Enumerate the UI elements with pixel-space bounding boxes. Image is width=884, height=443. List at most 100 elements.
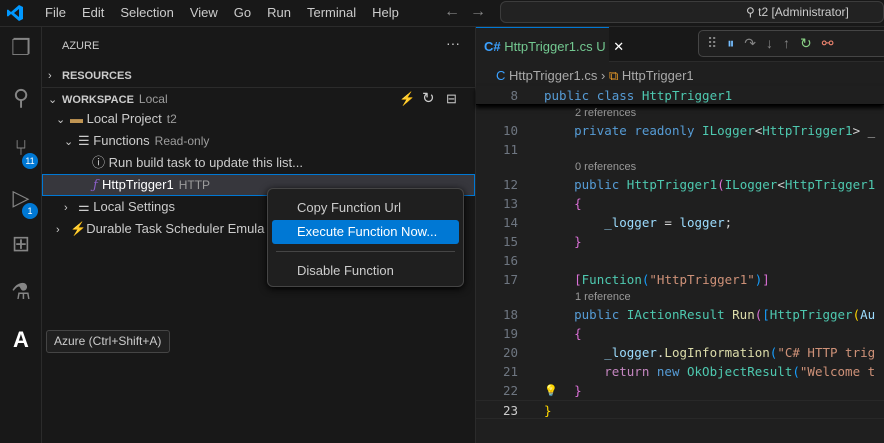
lightbulb-icon[interactable]: 💡 xyxy=(544,381,558,400)
chevron-right-icon: › xyxy=(64,202,68,214)
tab-httptrigger1[interactable]: C# HttpTrigger1.cs U ✕ xyxy=(476,27,624,63)
more-actions-icon[interactable]: ··· xyxy=(446,35,460,51)
menu-selection[interactable]: Selection xyxy=(112,5,181,20)
step-into-icon[interactable]: ↓ xyxy=(766,35,783,51)
section-desc: Local xyxy=(138,92,168,106)
codelens-references[interactable]: 0 references xyxy=(476,159,884,175)
breadcrumb-class[interactable]: HttpTrigger1 xyxy=(622,68,694,83)
code-line: 13 { xyxy=(476,194,884,213)
code-token: ; xyxy=(724,215,733,230)
code-token: _logger xyxy=(544,345,657,360)
step-over-icon[interactable]: ↷ xyxy=(744,35,766,51)
line-number: 21 xyxy=(502,364,518,379)
code-token: HttpTrigger1 xyxy=(626,177,718,192)
restart-icon[interactable]: ↻ xyxy=(800,35,822,51)
code-token: public xyxy=(544,177,627,192)
class-icon: ⧉ xyxy=(608,68,622,83)
code-token: return xyxy=(544,364,657,379)
source-control-icon[interactable]: ⑂ 11 xyxy=(6,135,38,169)
explorer-icon[interactable]: ❐ xyxy=(6,35,36,65)
code-token: HttpTrigger1 xyxy=(762,123,853,138)
back-arrow-icon[interactable]: ← xyxy=(444,3,460,21)
menu-view[interactable]: View xyxy=(182,5,226,20)
code-token: _logger xyxy=(544,215,657,230)
disconnect-icon[interactable]: ⚯ xyxy=(822,35,844,51)
workspace-section[interactable]: ⌄ WORKSPACE Local ⚡ ↻ ⊟ xyxy=(42,87,475,109)
code-token: { xyxy=(544,326,582,341)
code-line: 19 { xyxy=(476,324,884,343)
code-line: 21 return new OkObjectResult("Welcome t xyxy=(476,362,884,381)
menu-item-disable-function[interactable]: Disable Function xyxy=(272,259,459,283)
resources-section[interactable]: › RESOURCES xyxy=(42,64,475,86)
menu-item-copy-function-url[interactable]: Copy Function Url xyxy=(272,196,459,220)
step-out-icon[interactable]: ↑ xyxy=(783,35,800,51)
code-text: public IActionResult Run([HttpTrigger(Au xyxy=(544,305,875,324)
code-token: private xyxy=(544,123,635,138)
code-line: 22 } 💡 xyxy=(476,381,884,400)
code-token: } xyxy=(544,234,582,249)
code-token: public xyxy=(544,307,627,322)
menu-file[interactable]: File xyxy=(37,5,74,20)
pause-icon[interactable]: ⏸ xyxy=(727,35,744,51)
testing-icon[interactable]: ⚗ xyxy=(6,279,36,309)
code-area[interactable]: 8 public class HttpTrigger1 2 references 10… xyxy=(476,86,884,419)
search-icon[interactable]: ⚲ xyxy=(6,85,36,115)
code-token: < xyxy=(777,177,785,192)
code-token: IActionResult xyxy=(626,307,733,322)
chevron-right-icon: › xyxy=(56,224,60,236)
menu-help[interactable]: Help xyxy=(364,5,407,20)
code-token: public xyxy=(544,88,597,103)
code-token: ILogger xyxy=(702,123,755,138)
code-text: [Function("HttpTrigger1")] xyxy=(544,270,770,289)
codelens-references[interactable]: 1 reference xyxy=(476,289,884,305)
code-token: Au xyxy=(860,307,876,322)
codelens-references[interactable]: 2 references xyxy=(476,105,884,121)
breadcrumb-file[interactable]: HttpTrigger1.cs xyxy=(509,68,597,83)
deploy-lightning-icon[interactable]: ⚡ xyxy=(399,88,415,110)
menu-edit[interactable]: Edit xyxy=(74,5,112,20)
debug-badge: 1 xyxy=(22,203,38,219)
code-line: 23} xyxy=(476,400,884,419)
run-debug-icon[interactable]: ▷ 1 xyxy=(6,185,38,219)
command-center-search[interactable]: ⚲ t2 [Administrator] xyxy=(500,1,884,23)
menu-go[interactable]: Go xyxy=(226,5,259,20)
extensions-icon[interactable]: ⊞ xyxy=(6,231,36,261)
window-title: t2 [Administrator] xyxy=(758,5,849,19)
item-label: Local Settings xyxy=(93,199,175,214)
menu-terminal[interactable]: Terminal xyxy=(299,5,364,20)
line-number: 14 xyxy=(502,215,518,230)
item-desc: HTTP xyxy=(178,178,211,192)
sidebar-title: AZURE xyxy=(62,40,100,52)
menu-run[interactable]: Run xyxy=(259,5,299,20)
menu-item-execute-function-now[interactable]: Execute Function Now... xyxy=(272,220,459,244)
item-label: HttpTrigger1 xyxy=(101,177,174,192)
tab-status: U xyxy=(596,39,606,54)
close-icon[interactable]: ✕ xyxy=(613,39,624,54)
menu-separator xyxy=(276,251,455,252)
code-text: return new OkObjectResult("Welcome t xyxy=(544,362,875,381)
refresh-icon[interactable]: ↻ xyxy=(422,88,435,110)
collapse-all-icon[interactable]: ⊟ xyxy=(446,88,457,110)
tree-item-info[interactable]: ⓘ Run build task to update this list... xyxy=(42,152,475,174)
line-number: 8 xyxy=(510,88,518,103)
code-token: HttpTrigger1 xyxy=(641,88,733,103)
code-token: ( xyxy=(717,177,725,192)
code-token: ( xyxy=(852,307,861,322)
line-number: 16 xyxy=(502,253,518,268)
context-menu: Copy Function Url Execute Function Now..… xyxy=(267,188,464,287)
tree-item-local-project[interactable]: ⌄ ▬ Local Project t2 xyxy=(42,108,475,130)
code-text: public class HttpTrigger1 xyxy=(544,86,732,105)
line-number: 13 xyxy=(502,196,518,211)
forward-arrow-icon[interactable]: → xyxy=(470,3,486,21)
drag-handle-icon[interactable]: ⠿ xyxy=(707,35,727,51)
code-token: new xyxy=(656,364,687,379)
code-line: 16 xyxy=(476,251,884,270)
chevron-down-icon: ⌄ xyxy=(56,114,66,126)
tree-item-functions[interactable]: ⌄ ☰ Functions Read-only xyxy=(42,130,475,152)
code-token: class xyxy=(596,88,642,103)
line-number: 19 xyxy=(502,326,518,341)
code-line: 20 _logger.LogInformation("C# HTTP trig xyxy=(476,343,884,362)
code-text: } xyxy=(544,401,552,420)
azure-icon[interactable]: A xyxy=(6,327,36,357)
code-text: public HttpTrigger1(ILogger<HttpTrigger1 xyxy=(544,175,875,194)
